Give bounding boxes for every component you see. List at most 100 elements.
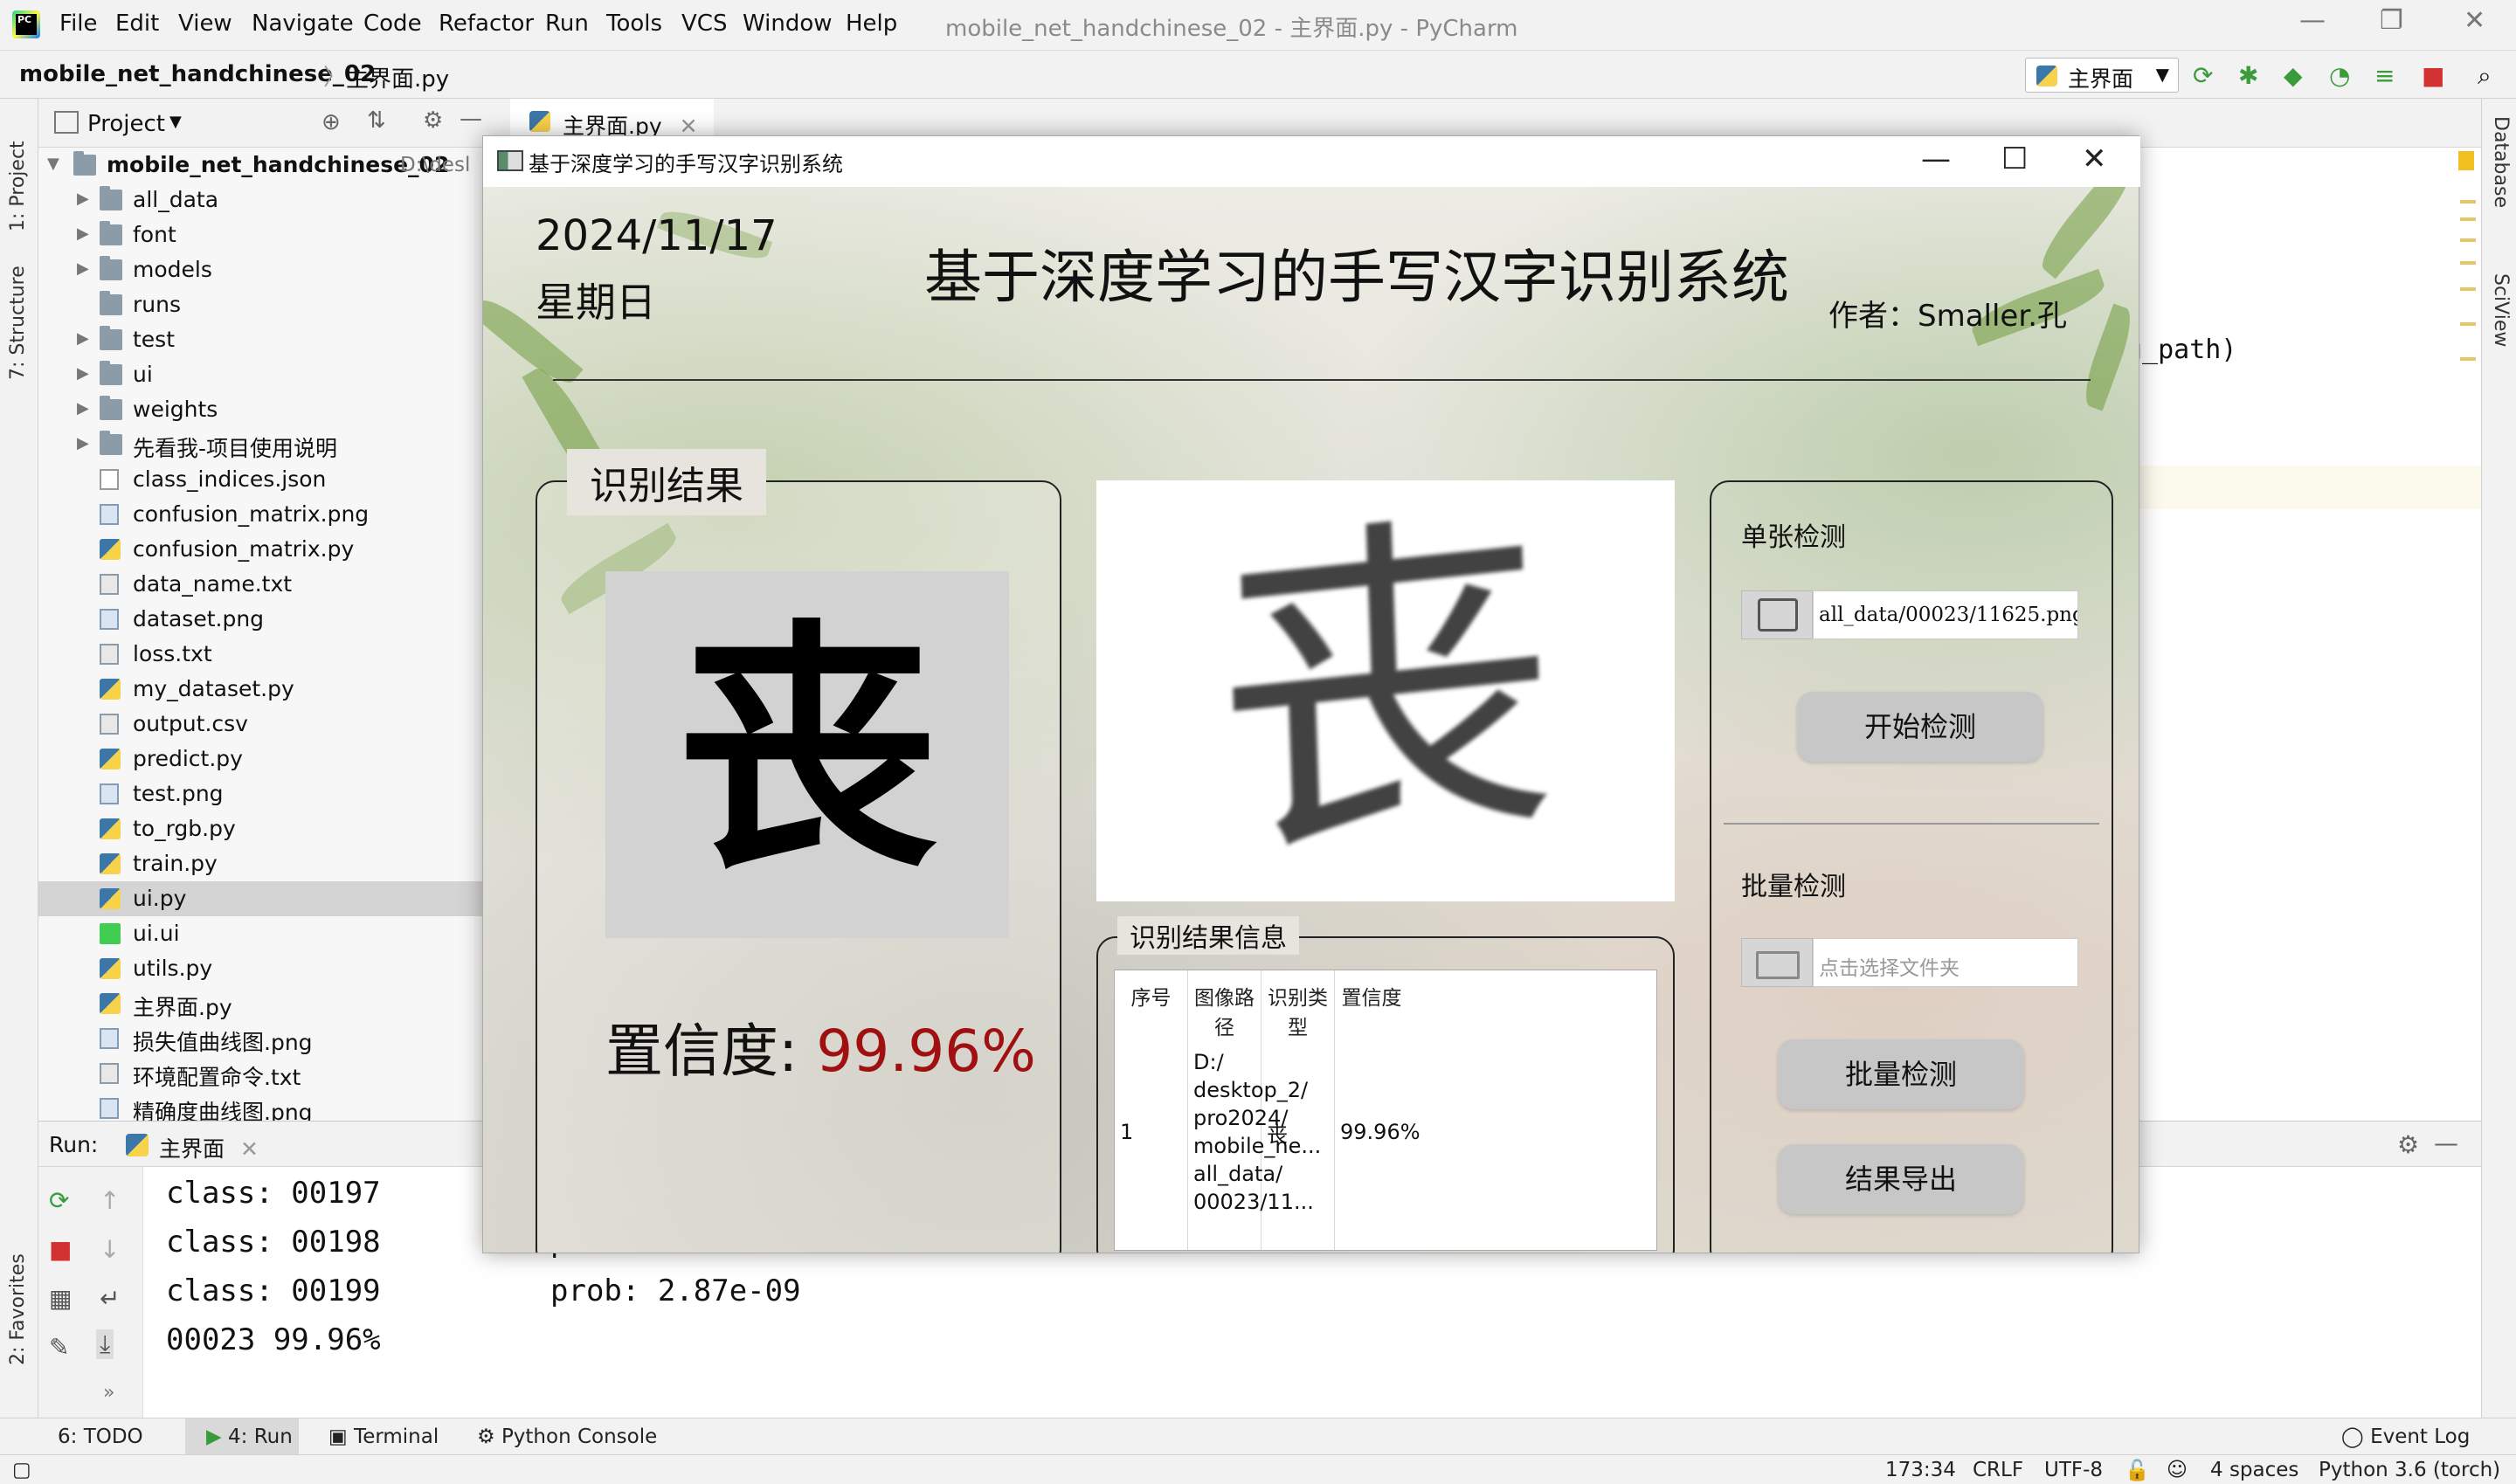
table-cell-path[interactable]: D:/ desktop_2/ pro2024/ mobile_ne... all… <box>1188 1014 1321 1250</box>
batch-detect-button[interactable]: 批量检测 <box>1778 1039 2024 1109</box>
image-select-button[interactable] <box>1741 590 1813 639</box>
tree-file[interactable]: confusion_matrix.py <box>38 532 484 567</box>
menu-code[interactable]: Code <box>363 10 422 37</box>
image-path-field[interactable]: all_data/00023/11625.png <box>1813 590 2078 639</box>
tree-file[interactable]: ui.py <box>38 881 484 916</box>
more-icon[interactable]: » <box>103 1382 114 1404</box>
tree-file[interactable]: utils.py <box>38 951 484 986</box>
folder-select-button[interactable] <box>1741 938 1813 987</box>
project-panel-title[interactable]: Project <box>87 111 165 137</box>
tab-run[interactable]: ▶ 4: Run <box>206 1425 293 1448</box>
tree-file[interactable]: loss.txt <box>38 637 484 672</box>
status-toggle-icon[interactable]: ▢ <box>12 1459 31 1481</box>
run-configuration-select[interactable]: 主界面 ▼ <box>2025 58 2179 93</box>
tab-database[interactable]: Database <box>2490 116 2512 208</box>
menu-help[interactable]: Help <box>846 10 897 37</box>
tree-file[interactable]: predict.py <box>38 742 484 777</box>
tree-file[interactable]: train.py <box>38 846 484 881</box>
coverage-icon[interactable]: ◆ <box>2284 61 2303 90</box>
tree-file[interactable]: to_rgb.py <box>38 811 484 846</box>
profile-icon[interactable]: ◔ <box>2329 61 2350 90</box>
warning-marker-icon[interactable] <box>2458 151 2474 170</box>
tab-sciview[interactable]: SciView <box>2490 273 2512 347</box>
stop-icon[interactable]: ■ <box>2422 61 2444 90</box>
arrow-down-icon[interactable]: ↓ <box>100 1235 120 1264</box>
gear-icon[interactable]: ⚙ <box>423 107 443 134</box>
tree-folder[interactable]: ▶ models <box>38 252 484 287</box>
indent-setting[interactable]: 4 spaces <box>2210 1459 2298 1481</box>
tree-root[interactable]: ▼ mobile_net_handchinese_02 D:\desl <box>38 148 484 183</box>
cursor-position[interactable]: 173:34 <box>1885 1459 1956 1481</box>
tree-folder[interactable]: ▶ ui <box>38 357 484 392</box>
breadcrumb-project[interactable]: mobile_net_handchinese_02 <box>19 61 376 87</box>
tree-file[interactable]: output.csv <box>38 707 484 742</box>
hide-icon[interactable]: — <box>2434 1129 2458 1157</box>
tree-file[interactable]: class_indices.json <box>38 462 484 497</box>
python-interpreter[interactable]: Python 3.6 (torch) <box>2319 1459 2500 1481</box>
chevron-down-icon[interactable]: ▼ <box>47 155 59 173</box>
menu-window[interactable]: Window <box>743 10 833 37</box>
tree-folder[interactable]: ▶ font <box>38 217 484 252</box>
menu-tools[interactable]: Tools <box>606 10 662 37</box>
breadcrumb-file[interactable]: 主界面.py <box>346 61 449 93</box>
tree-file[interactable]: 损失值曲线图.png <box>38 1021 484 1056</box>
tab-project[interactable]: 1: Project <box>7 141 29 231</box>
tree-folder[interactable]: runs <box>38 287 484 322</box>
menu-edit[interactable]: Edit <box>115 10 159 37</box>
menu-vcs[interactable]: VCS <box>681 10 727 37</box>
inspector-icon[interactable]: ☺ <box>2167 1459 2188 1481</box>
chevron-right-icon[interactable]: ▶ <box>77 329 89 348</box>
layout-icon[interactable]: ▦ <box>49 1284 72 1313</box>
minimize-icon[interactable]: — <box>2299 5 2326 36</box>
debug-icon[interactable]: ✱ <box>2238 61 2258 90</box>
rerun-icon[interactable]: ⟳ <box>2193 61 2213 90</box>
tree-file[interactable]: data_name.txt <box>38 567 484 602</box>
chevron-right-icon[interactable]: ▶ <box>77 364 89 383</box>
menu-run[interactable]: Run <box>545 10 589 37</box>
chevron-right-icon[interactable]: ▶ <box>77 434 89 452</box>
result-table[interactable]: 序号 图像路径 识别类型 置信度 1 D:/ desktop_2/ pro202… <box>1114 970 1657 1251</box>
restore-icon[interactable]: ❐ <box>2380 5 2403 36</box>
tree-folder[interactable]: ▶ all_data <box>38 183 484 217</box>
tree-folder[interactable]: ▶ test <box>38 322 484 357</box>
chevron-right-icon[interactable]: ▶ <box>77 259 89 278</box>
search-icon[interactable]: ⌕ <box>2478 61 2492 91</box>
tab-python-console[interactable]: ⚙ Python Console <box>477 1425 657 1448</box>
rerun-icon[interactable]: ⟳ <box>49 1186 69 1215</box>
arrow-up-icon[interactable]: ↑ <box>100 1186 120 1215</box>
lock-icon[interactable]: 🔓 <box>2125 1459 2150 1482</box>
tree-file[interactable]: dataset.png <box>38 602 484 637</box>
tab-todo[interactable]: 6: TODO <box>58 1425 143 1448</box>
tree-folder[interactable]: ▶ 先看我-项目使用说明 <box>38 427 484 462</box>
menu-navigate[interactable]: Navigate <box>252 10 354 37</box>
chevron-right-icon[interactable]: ▶ <box>77 224 89 243</box>
scroll-to-end-icon[interactable]: ⤓ <box>96 1329 114 1359</box>
menu-file[interactable]: File <box>59 10 98 37</box>
table-header-type[interactable]: 识别类型 <box>1261 970 1335 1039</box>
concurrency-icon[interactable]: ≡ <box>2374 61 2395 90</box>
line-separator[interactable]: CRLF <box>1973 1459 2023 1481</box>
table-cell-index[interactable]: 1 <box>1115 1014 1188 1250</box>
soft-wrap-icon[interactable]: ↵ <box>100 1284 120 1313</box>
table-cell-confidence[interactable]: 99.96% <box>1335 1014 1420 1250</box>
tree-file[interactable]: 环境配置命令.txt <box>38 1056 484 1091</box>
stop-icon[interactable]: ■ <box>49 1235 72 1264</box>
minimize-icon[interactable]: — <box>1921 141 1951 176</box>
locate-icon[interactable]: ⊕ <box>321 109 341 135</box>
maximize-icon[interactable]: ☐ <box>2001 141 2028 176</box>
tree-folder[interactable]: ▶ weights <box>38 392 484 427</box>
tree-file[interactable]: 主界面.py <box>38 986 484 1021</box>
menu-view[interactable]: View <box>178 10 232 37</box>
collapse-icon[interactable]: ⇅ <box>367 107 386 134</box>
table-header-confidence[interactable]: 置信度 <box>1335 970 1408 1014</box>
folder-path-field[interactable]: 点击选择文件夹 <box>1813 938 2078 987</box>
tab-favorites[interactable]: 2: Favorites <box>7 1253 29 1365</box>
export-results-button[interactable]: 结果导出 <box>1778 1144 2024 1214</box>
close-tab-icon[interactable]: ✕ <box>240 1136 259 1162</box>
menu-refactor[interactable]: Refactor <box>439 10 534 37</box>
chevron-down-icon[interactable]: ▼ <box>169 113 182 131</box>
tree-file[interactable]: ui.ui <box>38 916 484 951</box>
gear-icon[interactable]: ⚙ <box>2397 1130 2419 1159</box>
tree-file[interactable]: test.png <box>38 777 484 811</box>
tab-terminal[interactable]: ▣ Terminal <box>328 1425 439 1448</box>
